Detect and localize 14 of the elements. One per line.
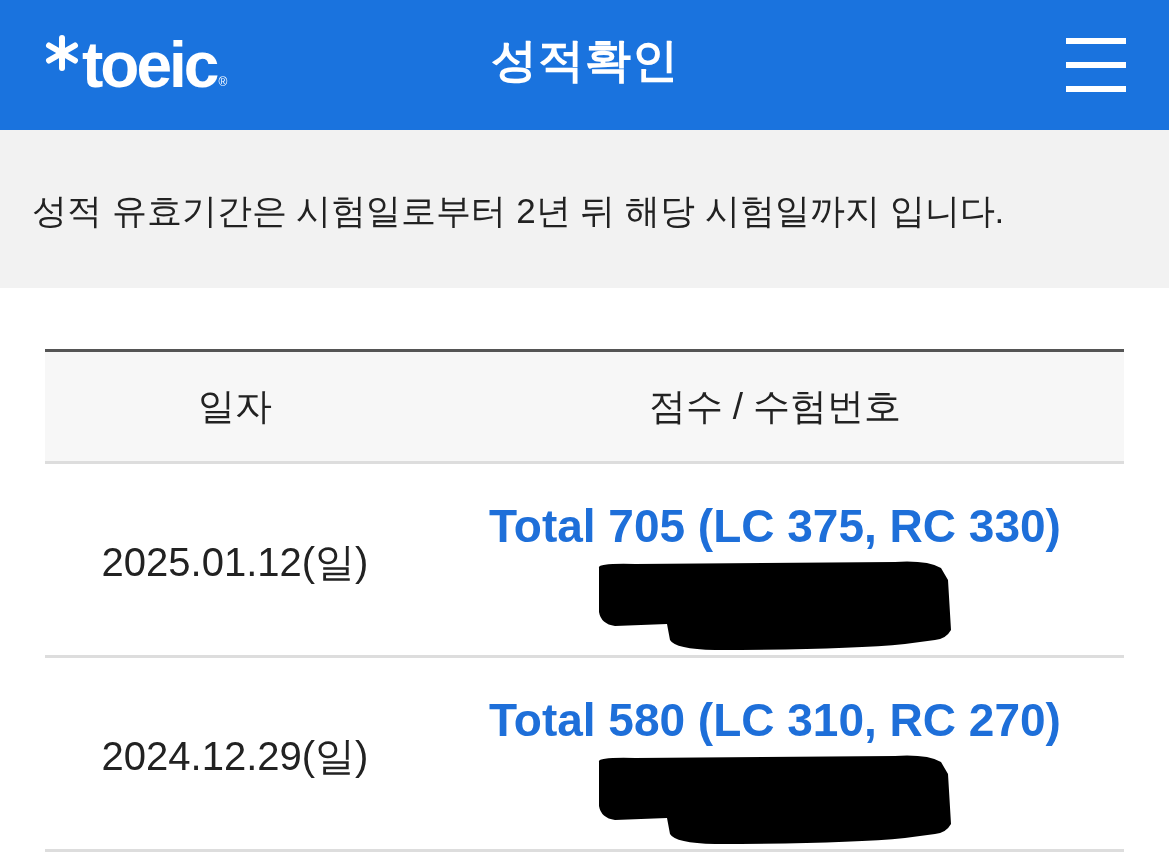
toeic-logo[interactable]: toeic® — [44, 33, 228, 97]
column-header: 일자 — [198, 384, 272, 429]
date-cell-text: 2024.12.29(일) — [101, 732, 369, 780]
column-header: 점수 / 수험번호 — [648, 384, 902, 429]
menu-icon — [1066, 38, 1126, 92]
registered-mark: ® — [218, 74, 228, 91]
asterisk-logo-icon — [44, 35, 80, 71]
score-link[interactable]: Total 580 (LC 310, RC 270) — [489, 694, 1061, 746]
score-link[interactable]: Total 705 (LC 375, RC 330) — [489, 500, 1061, 552]
menu-button[interactable] — [1065, 36, 1127, 94]
logo-wordmark: toeic — [82, 33, 217, 97]
page-title: 성적확인 — [490, 33, 679, 88]
date-cell-text: 2025.01.12(일) — [101, 538, 369, 586]
validity-notice: 성적 유효기간은 시험일로부터 2년 뒤 해당 시험일까지 입니다. — [32, 190, 1005, 232]
